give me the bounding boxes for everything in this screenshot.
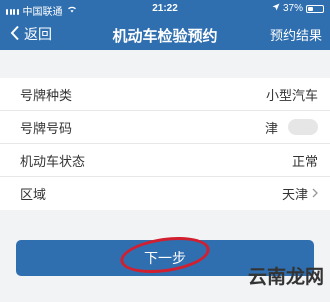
field-value: 小型汽车 [265, 87, 318, 103]
field-value-group: 天津 [282, 184, 318, 203]
list-item-plate-type: 号牌种类 小型汽车 [0, 78, 330, 111]
field-value-group: 津 [265, 118, 318, 137]
redacted-mask [288, 119, 318, 135]
nav-bar: 返回 机动车检验预约 预约结果 [0, 18, 330, 50]
chevron-right-icon [312, 187, 318, 201]
field-label: 区域 [20, 187, 47, 202]
location-arrow-icon [272, 3, 280, 14]
vehicle-info-list: 号牌种类 小型汽车 号牌号码 津 机动车状态 正常 区域 天津 [0, 78, 330, 210]
watermark: 云南龙网 [247, 266, 324, 288]
field-value: 津 [264, 120, 278, 136]
list-item-vehicle-status: 机动车状态 正常 [0, 144, 330, 177]
list-item-region[interactable]: 区域 天津 [0, 177, 330, 210]
list-item-plate-number: 号牌号码 津 [0, 111, 330, 144]
status-right: 37% [272, 3, 324, 14]
battery-fill [308, 6, 313, 11]
field-label: 机动车状态 [20, 153, 86, 169]
field-label: 号牌号码 [20, 120, 73, 136]
field-label: 号牌种类 [20, 87, 73, 103]
field-value: 正常 [291, 153, 318, 169]
appointment-result-button[interactable]: 预约结果 [270, 25, 322, 44]
battery-icon [306, 4, 324, 13]
field-value: 天津 [281, 187, 308, 202]
battery-percent: 37% [282, 3, 303, 14]
status-bar: 中国联通 21:22 37% [0, 0, 330, 18]
